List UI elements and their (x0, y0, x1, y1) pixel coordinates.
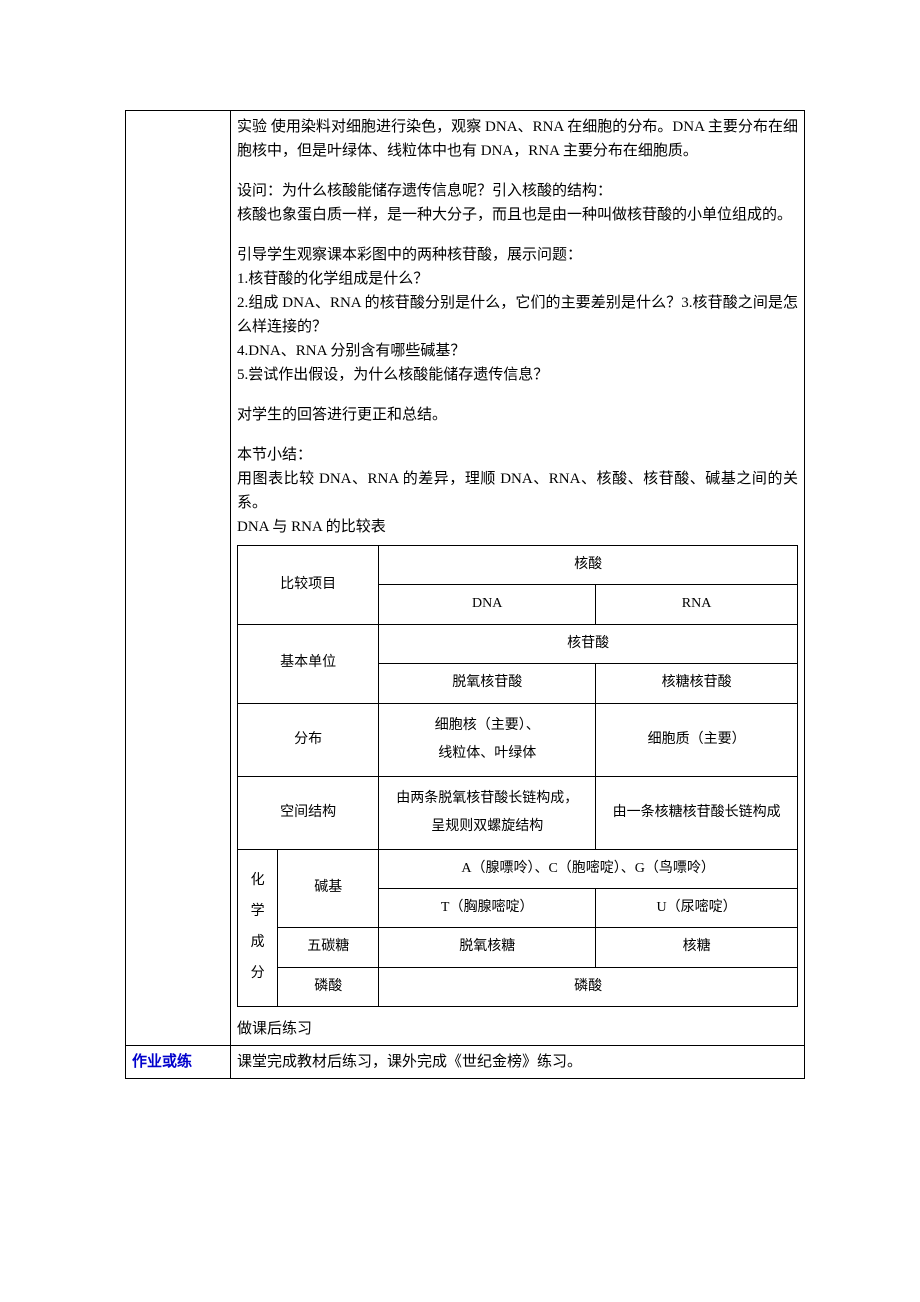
cell-pentose-label: 五碳糖 (278, 928, 379, 967)
cell-dna-header: DNA (379, 585, 596, 624)
cell-rna-structure: 由一条核糖核苷酸长链构成 (596, 776, 798, 849)
paragraph-question-intro: 设问：为什么核酸能储存遗传信息呢？引入核酸的结构： (237, 179, 798, 203)
cell-uracil: U（尿嘧啶） (596, 888, 798, 927)
homework-content-cell: 课堂完成教材后练习，课外完成《世纪金榜》练习。 (231, 1046, 805, 1079)
text-line: 呈规则双螺旋结构 (431, 819, 543, 834)
dna-rna-comparison-table: 比较项目 核酸 DNA RNA 基本单位 核苷酸 脱氧核苷酸 核糖核苷酸 分布 (237, 545, 798, 1007)
main-content-cell: 实验 使用染料对细胞进行染色，观察 DNA、RNA 在细胞的分布。DNA 主要分… (231, 111, 805, 1046)
paragraph-structure-desc: 核酸也象蛋白质一样，是一种大分子，而且也是由一种叫做核苷酸的小单位组成的。 (237, 203, 798, 227)
summary-desc: 用图表比较 DNA、RNA 的差异，理顺 DNA、RNA、核酸、核苷酸、碱基之间… (237, 467, 798, 515)
cell-distribution-label: 分布 (238, 703, 379, 776)
homework-label-cell: 作业或练 (126, 1046, 231, 1079)
cell-common-bases: A（腺嘌呤）、C（胞嘧啶）、G（鸟嘌呤） (379, 849, 798, 888)
cell-compare-item: 比较项目 (238, 546, 379, 625)
cell-base-label: 碱基 (278, 849, 379, 928)
table-row: 磷酸 磷酸 (238, 967, 798, 1006)
homework-row: 作业或练 课堂完成教材后练习，课外完成《世纪金榜》练习。 (126, 1046, 805, 1079)
main-content-row: 实验 使用染料对细胞进行染色，观察 DNA、RNA 在细胞的分布。DNA 主要分… (126, 111, 805, 1046)
cell-structure-label: 空间结构 (238, 776, 379, 849)
paragraph-experiment: 实验 使用染料对细胞进行染色，观察 DNA、RNA 在细胞的分布。DNA 主要分… (237, 115, 798, 163)
cell-dna-distribution: 细胞核（主要）、 线粒体、叶绿体 (379, 703, 596, 776)
question-5: 5.尝试作出假设，为什么核酸能储存遗传信息？ (237, 363, 798, 387)
table-row: 五碳糖 脱氧核糖 核糖 (238, 928, 798, 967)
cell-basic-unit-label: 基本单位 (238, 624, 379, 703)
table-row: 比较项目 核酸 (238, 546, 798, 585)
text-line: 由两条脱氧核苷酸长链构成， (396, 791, 578, 806)
text-line: 细胞核（主要）、 (435, 718, 540, 733)
paragraph-do-practice: 做课后练习 (237, 1017, 798, 1041)
paragraph-questions-lead: 引导学生观察课本彩图中的两种核苷酸，展示问题： (237, 243, 798, 267)
main-label-cell (126, 111, 231, 1046)
text-line: 线粒体、叶绿体 (438, 746, 536, 761)
question-1: 1.核苷酸的化学组成是什么？ (237, 267, 798, 291)
cell-thymine: T（胸腺嘧啶） (379, 888, 596, 927)
summary-title: 本节小结： (237, 443, 798, 467)
cell-dna-structure: 由两条脱氧核苷酸长链构成， 呈规则双螺旋结构 (379, 776, 596, 849)
question-2-3: 2.组成 DNA、RNA 的核苷酸分别是什么，它们的主要差别是什么？3.核苷酸之… (237, 291, 798, 339)
cell-deoxyribose: 脱氧核糖 (379, 928, 596, 967)
cell-phosphate-label: 磷酸 (278, 967, 379, 1006)
comparison-table-title: DNA 与 RNA 的比较表 (237, 515, 798, 539)
cell-phosphate-value: 磷酸 (379, 967, 798, 1006)
table-row: 化学成分 碱基 A（腺嘌呤）、C（胞嘧啶）、G（鸟嘌呤） (238, 849, 798, 888)
table-row: 空间结构 由两条脱氧核苷酸长链构成， 呈规则双螺旋结构 由一条核糖核苷酸长链构成 (238, 776, 798, 849)
cell-ribonucleotide: 核糖核苷酸 (596, 664, 798, 703)
cell-rna-header: RNA (596, 585, 798, 624)
cell-nucleic-acid: 核酸 (379, 546, 798, 585)
paragraph-correction: 对学生的回答进行更正和总结。 (237, 403, 798, 427)
cell-nucleotide: 核苷酸 (379, 624, 798, 663)
homework-text: 课堂完成教材后练习，课外完成《世纪金榜》练习。 (237, 1050, 798, 1074)
lesson-plan-table: 实验 使用染料对细胞进行染色，观察 DNA、RNA 在细胞的分布。DNA 主要分… (125, 110, 805, 1079)
question-4: 4.DNA、RNA 分别含有哪些碱基？ (237, 339, 798, 363)
table-row: 基本单位 核苷酸 (238, 624, 798, 663)
cell-chemical-label: 化学成分 (238, 849, 278, 1007)
cell-rna-distribution: 细胞质（主要） (596, 703, 798, 776)
cell-ribose: 核糖 (596, 928, 798, 967)
cell-deoxyribonucleotide: 脱氧核苷酸 (379, 664, 596, 703)
table-row: 分布 细胞核（主要）、 线粒体、叶绿体 细胞质（主要） (238, 703, 798, 776)
